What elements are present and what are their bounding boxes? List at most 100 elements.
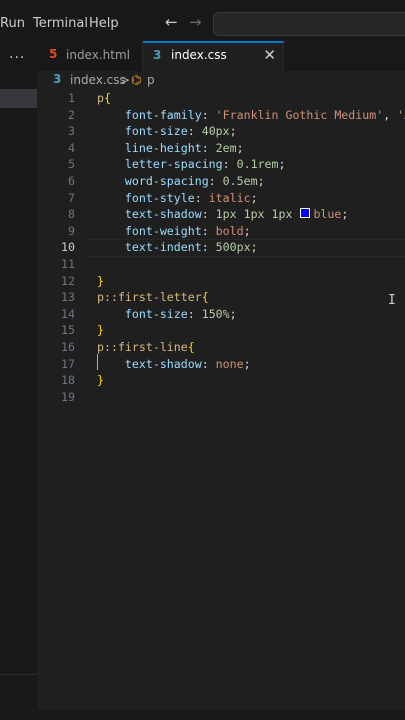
menu-help[interactable]: Help (89, 16, 119, 31)
code-token: text-indent (124, 240, 202, 255)
code-token: : (201, 240, 216, 255)
code-token: : (187, 124, 202, 139)
code-text: } (97, 274, 104, 288)
code-token: } (97, 323, 104, 338)
code-line[interactable]: 8 text-shadow: 1px 1px 1px blue; (37, 207, 405, 224)
code-token: : (201, 356, 216, 371)
text-cursor (97, 354, 98, 370)
code-token: font-size (124, 124, 188, 139)
code-line[interactable]: 15} (37, 323, 405, 340)
code-line[interactable]: 9 font-weight: bold; (37, 224, 405, 241)
code-token: font-size (124, 306, 188, 321)
code-token: { (201, 290, 209, 305)
line-number: 1 (68, 91, 75, 105)
tab-label: index.html (66, 48, 130, 62)
code-text: font-size: 150%; (97, 307, 237, 321)
code-token: : (208, 174, 223, 188)
code-line[interactable]: 2 font-family: 'Franklin Gothic Medium',… (37, 108, 405, 125)
code-line[interactable]: 7 font-style: italic; (37, 191, 405, 208)
code-token: ; (278, 157, 286, 172)
code-token: word-spacing (124, 174, 209, 188)
code-token: italic (208, 190, 251, 205)
line-number: 14 (61, 306, 75, 321)
line-number: 5 (68, 157, 75, 172)
line-number: 4 (68, 140, 75, 155)
code-text: font-family: 'Franklin Gothic Medium', '… (97, 108, 405, 122)
sidebar-footer-section[interactable] (0, 674, 37, 695)
code-token: 150% (201, 306, 230, 321)
code-text: p::first-letter{ (97, 290, 209, 304)
back-arrow-icon[interactable]: ← (165, 13, 178, 31)
code-text: text-shadow: 1px 1px 1px blue; (97, 207, 348, 221)
code-token: } (97, 373, 104, 388)
code-token: } (97, 273, 104, 288)
code-line[interactable]: 16 p::first-line{ (37, 340, 405, 357)
line-number: 2 (68, 107, 75, 122)
menu-run[interactable]: Run (0, 16, 25, 31)
close-icon[interactable]: ✕ (263, 46, 276, 64)
code-token: , (383, 107, 398, 122)
breadcrumb-separator: > (120, 73, 131, 87)
sidebar-selected-item[interactable] (0, 89, 37, 108)
code-token: font-weight (124, 223, 202, 238)
line-number: 19 (61, 389, 75, 404)
css-file-icon: 3 (153, 48, 162, 62)
command-center-search[interactable] (213, 12, 405, 36)
line-number: 17 (61, 356, 75, 371)
code-text: letter-spacing: 0.1rem; (97, 157, 286, 171)
code-line[interactable]: 4 line-height: 2em; (37, 141, 405, 158)
code-text: text-shadow: none; (97, 357, 251, 371)
menu-terminal[interactable]: Terminal (33, 16, 88, 31)
code-token: bold (215, 223, 244, 238)
code-token: ; (229, 306, 237, 321)
breadcrumb-symbol[interactable]: p (147, 73, 155, 87)
forward-arrow-icon[interactable]: → (189, 13, 202, 31)
code-text: } (97, 373, 104, 387)
tab-index-css[interactable]: 3 index.css ✕ (143, 41, 284, 71)
code-line[interactable]: 12} (37, 274, 405, 291)
tab-index-html[interactable]: 5 index.html (37, 41, 143, 71)
breadcrumb: 3 index.css > ⌬ p (37, 71, 405, 90)
line-number: 9 (68, 223, 75, 238)
editor-tab-bar: 5 index.html 3 index.css ✕ (37, 41, 405, 71)
code-line[interactable]: 14 font-size: 150%; (37, 307, 405, 324)
code-line[interactable]: 1 p{ (37, 91, 405, 108)
code-token: : (201, 140, 216, 155)
code-token: ; (236, 140, 244, 155)
code-token: blue (313, 207, 342, 222)
code-text: line-height: 2em; (97, 141, 244, 155)
code-token: ; (250, 240, 258, 255)
code-line[interactable]: 19 (37, 390, 405, 407)
line-number: 7 (68, 190, 75, 205)
code-line[interactable]: 3 font-size: 40px; (37, 124, 405, 141)
code-text: p{ (97, 91, 111, 105)
code-line[interactable]: 17 text-shadow: none; (37, 357, 405, 374)
code-line[interactable]: 11 (37, 257, 405, 274)
code-text: text-indent: 500px; (97, 240, 258, 254)
code-token: 0.1rem (236, 157, 279, 172)
symbol-icon: ⌬ (131, 73, 142, 87)
breadcrumb-file[interactable]: index.css (70, 73, 126, 87)
code-line[interactable]: 18} (37, 373, 405, 390)
code-token: : (194, 190, 209, 205)
code-token: : (222, 157, 237, 172)
code-editor[interactable]: 1 p{ 2 font-family: 'Franklin Gothic Mediu… (37, 90, 405, 710)
code-token: ; (341, 207, 349, 222)
code-line[interactable]: 10 text-indent: 500px; (37, 240, 405, 257)
more-actions-icon[interactable]: ··· (9, 50, 25, 66)
code-token: 0.5em (222, 174, 258, 188)
code-line[interactable]: 5 letter-spacing: 0.1rem; (37, 157, 405, 174)
line-number: 6 (68, 174, 75, 188)
code-line[interactable]: 13 p::first-letter{ (37, 290, 405, 307)
code-token: ; (250, 190, 258, 205)
color-swatch-icon[interactable] (300, 208, 311, 219)
html-file-icon: 5 (49, 47, 58, 61)
code-token: ; (243, 223, 251, 238)
line-number: 3 (68, 124, 75, 139)
code-line[interactable]: 6 word-spacing: 0.5em; (37, 174, 405, 191)
